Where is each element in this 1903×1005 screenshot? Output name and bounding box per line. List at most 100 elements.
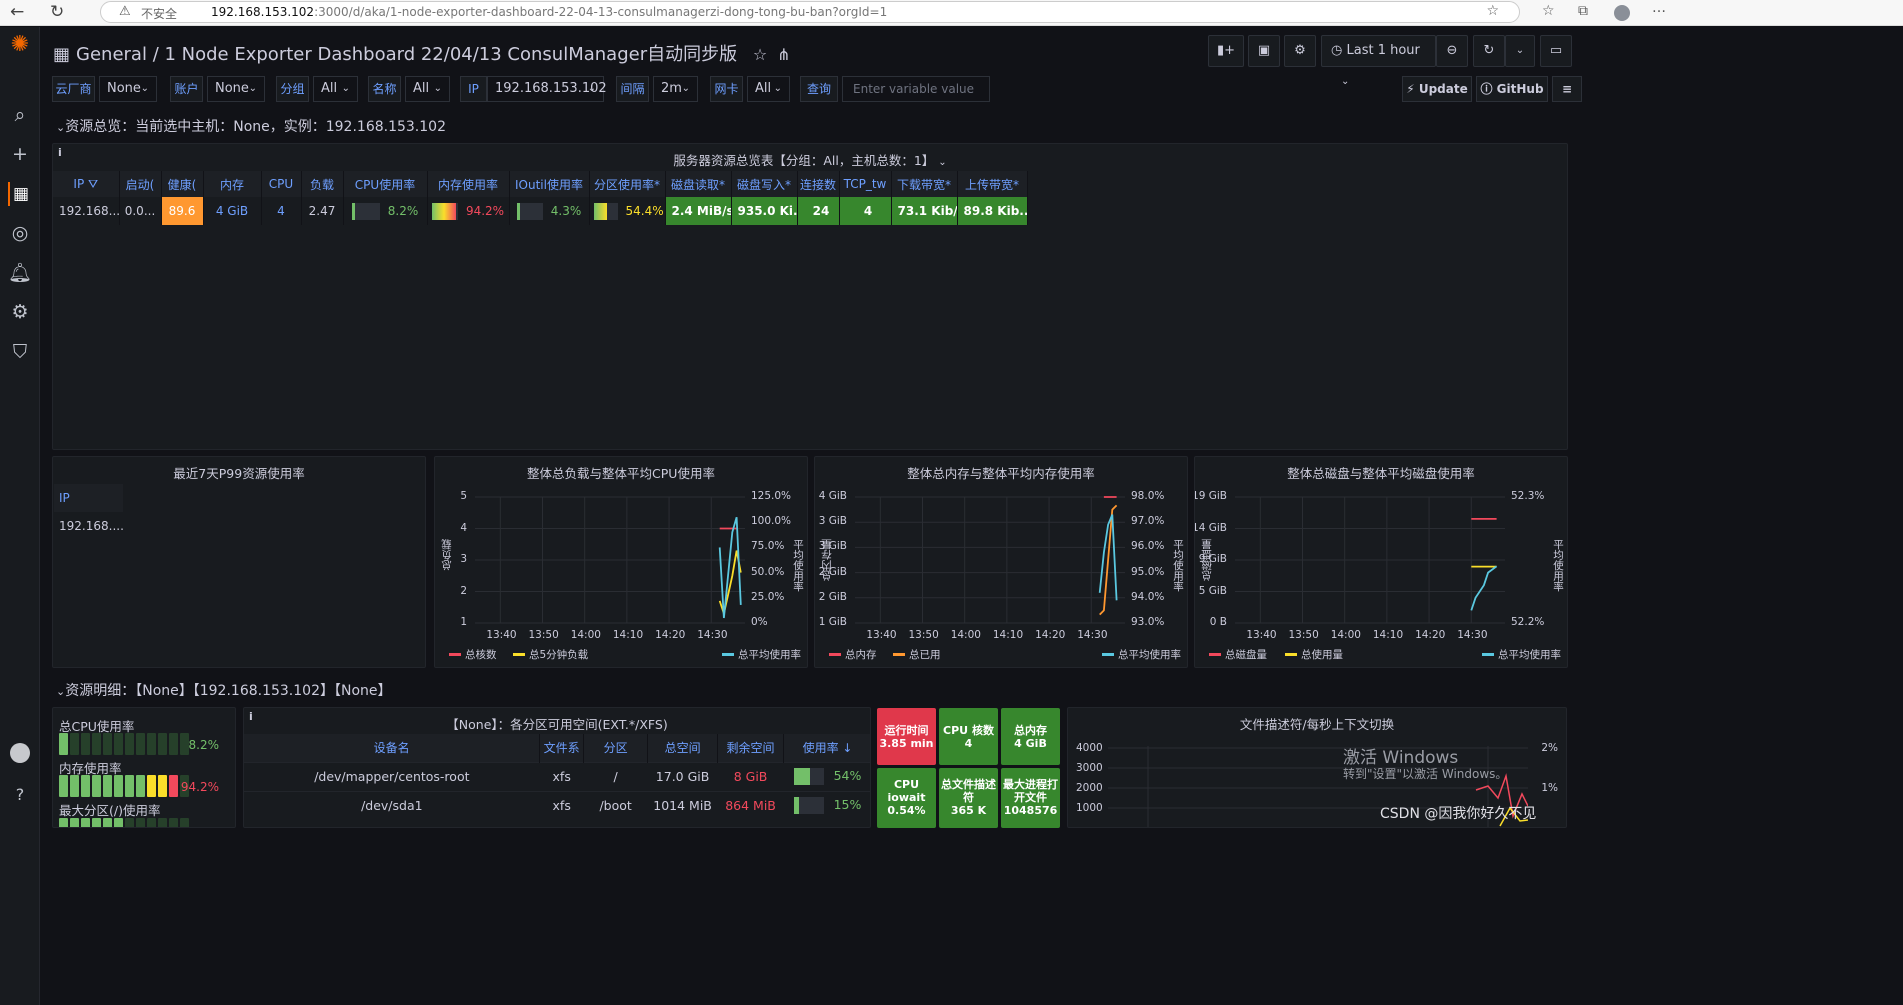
panel-title[interactable]: 最近7天P99资源使用率 [53,463,425,482]
usage-gauge [793,768,824,785]
query-input[interactable]: Enter variable value [842,76,990,102]
search-icon[interactable]: ⌕ [8,103,32,127]
column-header[interactable]: 分区 [583,734,649,762]
collections-icon[interactable]: ⧉ [1578,3,1588,19]
zoom-out-icon[interactable]: ⊖ [1436,35,1468,67]
stat-tile[interactable]: CPU 核数 4 [939,708,998,765]
address-bar[interactable]: ⚠ 不安全 192.168.153.102:3000/d/aka/1-node-… [100,1,1520,23]
var-select-ip[interactable]: 192.168.153.102 ⌄ [487,76,607,102]
dashboards-grid-icon: ▦ [53,44,71,65]
x-tick: 13:40 [1246,629,1277,641]
column-header[interactable]: 内存使用率 [427,171,510,197]
legend-item[interactable]: 总平均使用率 [1102,647,1181,662]
menu-icon[interactable]: ≡ [1552,76,1582,102]
help-icon[interactable]: ? [8,783,32,807]
p99-column-header[interactable]: IP [54,484,123,512]
column-header[interactable]: 分区使用率* [589,171,666,197]
column-header[interactable]: IP ⛛ [53,171,120,197]
table-cell: 4 [261,197,302,225]
panel-title[interactable]: 服务器资源总览表【分组：All，主机总数：1】 ⌄ [53,150,1567,169]
create-icon[interactable]: + [8,142,32,166]
column-header[interactable]: 总空间 [647,734,719,762]
column-header[interactable]: 使用率 ↓ [783,734,870,762]
column-header[interactable]: IOutil使用率 [509,171,590,197]
profile-avatar[interactable] [1614,5,1630,21]
column-header[interactable]: CPU [261,171,302,197]
share-icon[interactable]: ⋔ [777,45,790,64]
legend-item[interactable]: 总磁盘量 [1209,647,1267,662]
y-tick: 4 [460,521,467,534]
column-header[interactable]: 内存 [203,171,262,197]
legend-item[interactable]: 总内存 [829,647,877,662]
p99-panel: 最近7天P99资源使用率 IP 192.168.... [52,456,426,668]
dashboards-icon[interactable]: ▦ [8,182,32,206]
settings-gear-icon[interactable]: ⚙ [8,300,32,324]
stat-tile[interactable]: 总内存 4 GiB [1001,708,1060,765]
column-header[interactable]: CPU使用率 [343,171,428,197]
column-header[interactable]: 磁盘读取* [665,171,732,197]
stat-tile[interactable]: 最大进程打开文件 1048576 [1001,768,1060,828]
column-header[interactable]: 下载带宽* [891,171,958,197]
dashboard-settings-icon[interactable]: ⚙ [1284,35,1316,67]
legend-item[interactable]: 总5分钟负载 [513,647,588,662]
column-header[interactable]: 启动( [119,171,162,197]
refresh-icon[interactable]: ↻ [1473,35,1505,67]
avatar[interactable] [10,743,30,763]
var-select-cloud[interactable]: None ⌄ [99,76,157,102]
panel-title[interactable]: 【None】：各分区可用空间(EXT.*/XFS) [244,714,870,733]
alerting-icon[interactable]: 🔔︎ [8,261,32,285]
stat-tile[interactable]: CPU iowait 0.54% [877,768,936,828]
column-header[interactable]: TCP_tw [839,171,892,197]
update-button[interactable]: ⚡ Update [1402,76,1472,102]
star-icon[interactable]: ☆ [753,45,767,64]
table-cell: /boot [583,790,648,820]
panel-title[interactable]: 文件描述符/每秒上下文切换 [1068,714,1566,733]
timeseries-panel: 整体总磁盘与整体平均磁盘使用率 19 GiB 14 GiB 9 GiB 5 GiB 0 B… [1194,456,1568,668]
column-header[interactable]: 上传带宽* [957,171,1028,197]
explore-icon[interactable]: ◎ [8,221,32,245]
page-title[interactable]: 1 Node Exporter Dashboard 22/04/13 Consu… [164,44,737,65]
stat-tile[interactable]: 总文件描述符 365 K [939,768,998,828]
add-panel-button[interactable]: ▮+ [1208,35,1244,67]
time-range-picker[interactable]: ◷ Last 1 hour ⌄ [1321,35,1436,87]
reload-icon[interactable]: ↻ [50,2,64,22]
column-header[interactable]: 设备名 [244,734,541,762]
column-header[interactable]: 健康( [161,171,204,197]
partition-panel: i 【None】：各分区可用空间(EXT.*/XFS) 设备名 文件系 分区 总空间剩… [243,707,871,828]
shield-icon[interactable]: ⛉ [8,340,32,364]
github-link[interactable]: ⓘ GitHub [1476,76,1548,102]
row-overview-header[interactable]: ⌄资源总览：当前选中主机：None，实例：192.168.153.102 [56,116,446,136]
legend-item[interactable]: 总平均使用率 [722,647,801,662]
tv-mode-icon[interactable]: ▭ [1540,35,1572,67]
partition-table: 设备名 文件系 分区 总空间 剩余空间 使用率 ↓ /dev/mapper/centos-… [244,734,870,820]
legend-item[interactable]: 总使用量 [1285,647,1343,662]
refresh-interval-dropdown[interactable]: ⌄ [1505,35,1535,67]
column-header[interactable]: 文件系 [539,734,585,762]
legend-item[interactable]: 总平均使用率 [1482,647,1561,662]
column-header[interactable]: 磁盘写入* [731,171,798,197]
column-header[interactable]: 连接数 [797,171,840,197]
more-icon[interactable]: … [1652,0,1666,16]
var-select-account[interactable]: None ⌄ [207,76,265,102]
favorites-icon[interactable]: ☆ [1542,3,1555,19]
column-header[interactable]: 剩余空间 [717,734,785,762]
row-detail-header[interactable]: ⌄资源明细：【None】【192.168.153.102】【None】 [56,680,392,700]
y2-tick: 95.0% [1131,565,1165,578]
favorite-icon[interactable]: ☆ [1486,3,1499,19]
x-tick: 13:40 [866,629,897,641]
column-header[interactable]: 负载 [301,171,344,197]
var-select-nic[interactable]: All ⌄ [747,76,790,102]
breadcrumb-folder[interactable]: General [76,44,147,65]
stat-tile[interactable]: 运行时间 3.85 min [877,708,936,765]
save-icon[interactable]: ▣ [1248,35,1280,67]
var-select-name[interactable]: All ⌄ [405,76,450,102]
legend-item[interactable]: 总核数 [449,647,497,662]
url-text[interactable]: 192.168.153.102:3000/d/aka/1-node-export… [211,5,887,19]
back-icon[interactable]: ← [10,2,24,22]
table-cell: 935.0 Ki... [731,197,798,225]
var-select-group[interactable]: All ⌄ [313,76,358,102]
grafana-logo-icon[interactable]: ✺ [8,33,32,57]
legend-item[interactable]: 总已用 [893,647,941,662]
var-select-interval[interactable]: 2m ⌄ [653,76,698,102]
y-tick: 4000 [1076,742,1103,754]
